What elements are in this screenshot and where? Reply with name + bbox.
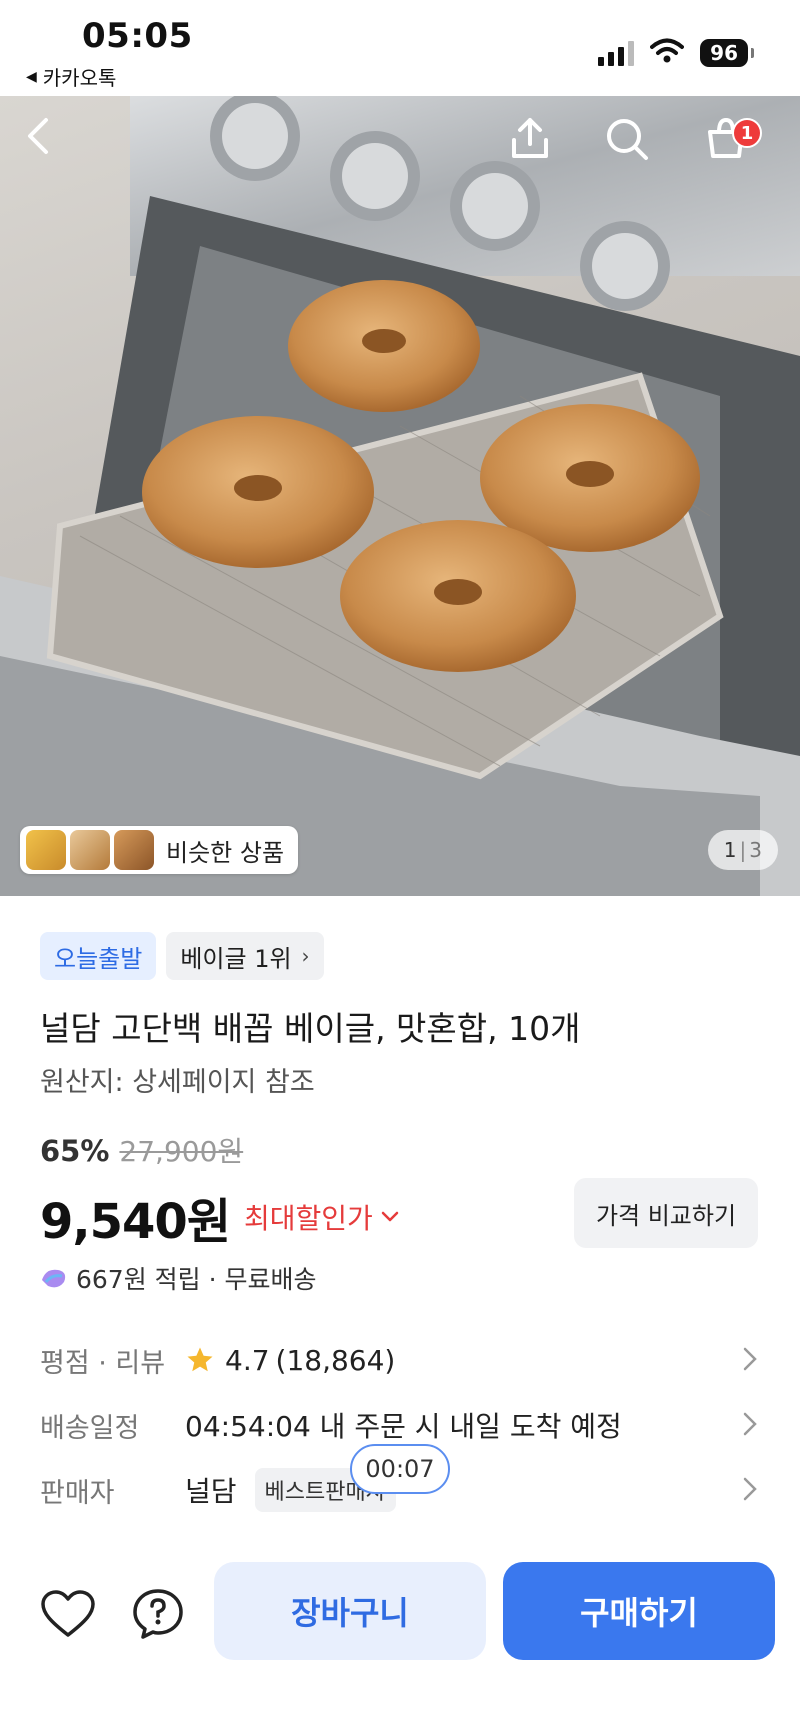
page-current: 1 bbox=[723, 838, 737, 862]
similar-thumbnail bbox=[26, 830, 66, 870]
question-bubble-icon bbox=[133, 1589, 183, 1639]
seller-name: 널담 bbox=[185, 1475, 237, 1508]
sale-price: 9,540원 bbox=[40, 1194, 231, 1250]
cart-count-badge: 1 bbox=[732, 118, 762, 148]
share-button[interactable] bbox=[508, 116, 568, 176]
add-to-cart-button[interactable]: 장바구니 bbox=[214, 1562, 486, 1660]
category-rank-tag[interactable]: 베이글 1위 › bbox=[166, 932, 324, 980]
chevron-right-icon bbox=[743, 1477, 757, 1501]
seller-label: 판매자 bbox=[40, 1477, 115, 1509]
product-tags: 오늘출발 베이글 1위 › bbox=[40, 932, 324, 980]
product-origin: 원산지: 상세페이지 참조 bbox=[40, 1067, 315, 1098]
share-icon bbox=[512, 118, 548, 158]
similar-products-label: 비슷한 상품 bbox=[166, 838, 285, 867]
search-icon bbox=[607, 119, 648, 160]
page-total: 3 bbox=[749, 838, 762, 862]
product-photo bbox=[0, 96, 800, 896]
similar-products-chip[interactable]: 비슷한 상품 bbox=[20, 826, 299, 874]
delivery-value: 04:54:04 내 주문 시 내일 도착 예정 bbox=[185, 1410, 622, 1443]
chevron-right-icon: › bbox=[301, 944, 310, 968]
same-day-shipping-tag: 오늘출발 bbox=[40, 932, 157, 980]
heart-icon bbox=[41, 1590, 95, 1637]
max-discount-toggle[interactable]: 최대할인가 bbox=[244, 1197, 399, 1237]
points-text: 667원 적립 · 무료배송 bbox=[76, 1265, 317, 1294]
system-icons: 96 bbox=[598, 38, 754, 68]
points-shipping-row: 667원 적립 · 무료배송 bbox=[40, 1260, 317, 1296]
image-page-indicator: 1 | 3 bbox=[707, 830, 778, 870]
chevron-right-icon bbox=[743, 1347, 757, 1371]
similar-thumbnail bbox=[114, 830, 154, 870]
review-count: (18,864) bbox=[275, 1343, 396, 1377]
back-button[interactable] bbox=[22, 116, 82, 176]
buy-now-button[interactable]: 구매하기 bbox=[503, 1562, 775, 1660]
status-bar: 05:05 ◀ 카카오톡 96 bbox=[0, 0, 800, 96]
wishlist-button[interactable] bbox=[38, 1584, 98, 1644]
rating-value: 4.7 (18,864) bbox=[185, 1344, 395, 1377]
chevron-right-icon bbox=[743, 1412, 757, 1436]
wifi-icon bbox=[650, 38, 685, 68]
product-image-gallery[interactable]: 1 비슷한 상품 1 | 3 bbox=[0, 96, 800, 896]
points-icon bbox=[42, 1269, 66, 1288]
chevron-down-icon bbox=[381, 1211, 399, 1222]
cellular-signal-icon bbox=[598, 40, 635, 66]
tag-label: 베이글 1위 bbox=[180, 944, 292, 973]
back-triangle-icon: ◀ bbox=[26, 68, 37, 85]
star-icon bbox=[187, 1347, 213, 1372]
delivery-label: 배송일정 bbox=[40, 1412, 140, 1444]
similar-thumbnail bbox=[70, 830, 110, 870]
back-app-label: 카카오톡 bbox=[42, 66, 117, 90]
original-price: 27,900원 bbox=[119, 1135, 244, 1168]
rating-label: 평점 · 리뷰 bbox=[40, 1347, 166, 1379]
image-top-nav: 1 bbox=[0, 116, 800, 196]
inquiry-button[interactable] bbox=[128, 1584, 188, 1644]
battery-indicator: 96 bbox=[700, 39, 754, 67]
discount-rate: 65% bbox=[40, 1134, 110, 1168]
status-time: 05:05 bbox=[82, 16, 193, 56]
tag-label: 오늘출발 bbox=[54, 944, 143, 973]
rating-score: 4.7 bbox=[225, 1343, 270, 1377]
bottom-action-bar: 장바구니 구매하기 bbox=[0, 1560, 800, 1670]
price-compare-button[interactable]: 가격 비교하기 bbox=[574, 1178, 758, 1248]
timer-bubble: 00:07 bbox=[350, 1444, 450, 1494]
price-row: 9,540원 최대할인가 bbox=[40, 1182, 399, 1252]
rating-review-row[interactable]: 평점 · 리뷰 4.7 (18,864) bbox=[40, 1332, 760, 1388]
search-button[interactable] bbox=[604, 116, 664, 176]
cart-icon-button[interactable]: 1 bbox=[704, 116, 764, 176]
discount-row: 65% 27,900원 bbox=[40, 1130, 243, 1170]
chevron-left-icon bbox=[28, 118, 48, 154]
max-discount-label: 최대할인가 bbox=[244, 1202, 373, 1235]
back-to-app-link[interactable]: ◀ 카카오톡 bbox=[26, 62, 116, 91]
product-title: 널담 고단백 배꼽 베이글, 맛혼합, 10개 bbox=[40, 1009, 581, 1048]
page-separator: | bbox=[739, 838, 747, 862]
